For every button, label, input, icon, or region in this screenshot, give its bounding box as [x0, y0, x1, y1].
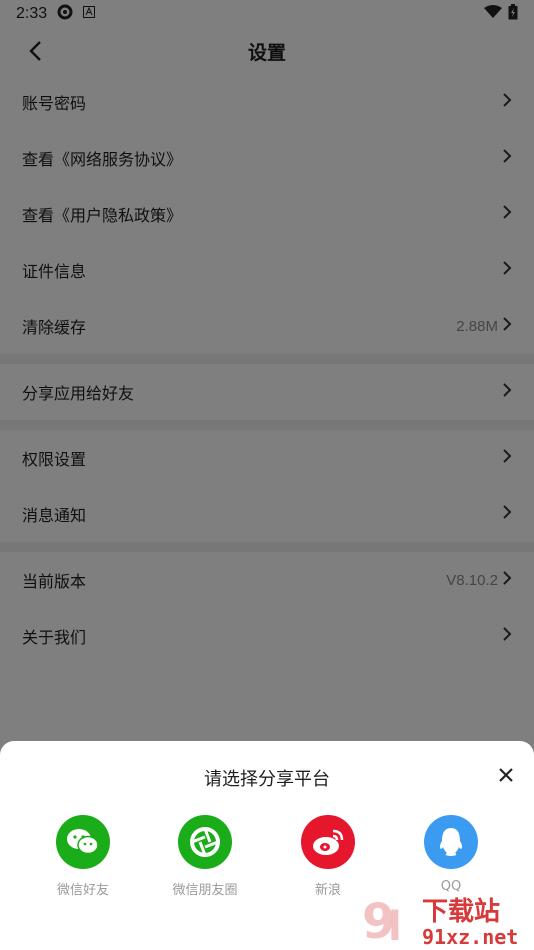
svg-text:l: l [388, 904, 402, 950]
share-wechat-friends[interactable]: 微信好友 [33, 815, 133, 898]
watermark-logo: 9 l 下载站 91xz.net [360, 888, 530, 950]
share-wechat-moments[interactable]: 微信朋友圈 [155, 815, 255, 898]
platform-label: 微信朋友圈 [172, 883, 238, 898]
qq-icon [424, 815, 478, 869]
close-icon [499, 768, 513, 782]
platform-label: 微信好友 [56, 883, 109, 898]
close-button[interactable] [496, 765, 516, 785]
share-qq[interactable]: QQ [401, 815, 501, 894]
watermark-title: 下载站 [422, 897, 500, 927]
share-sheet-title: 请选择分享平台 [204, 769, 330, 790]
watermark-site: 91xz.net [422, 925, 518, 949]
weibo-icon [301, 815, 355, 869]
share-weibo[interactable]: 新浪 [278, 815, 378, 898]
moments-icon [178, 815, 232, 869]
wechat-icon [56, 815, 110, 869]
